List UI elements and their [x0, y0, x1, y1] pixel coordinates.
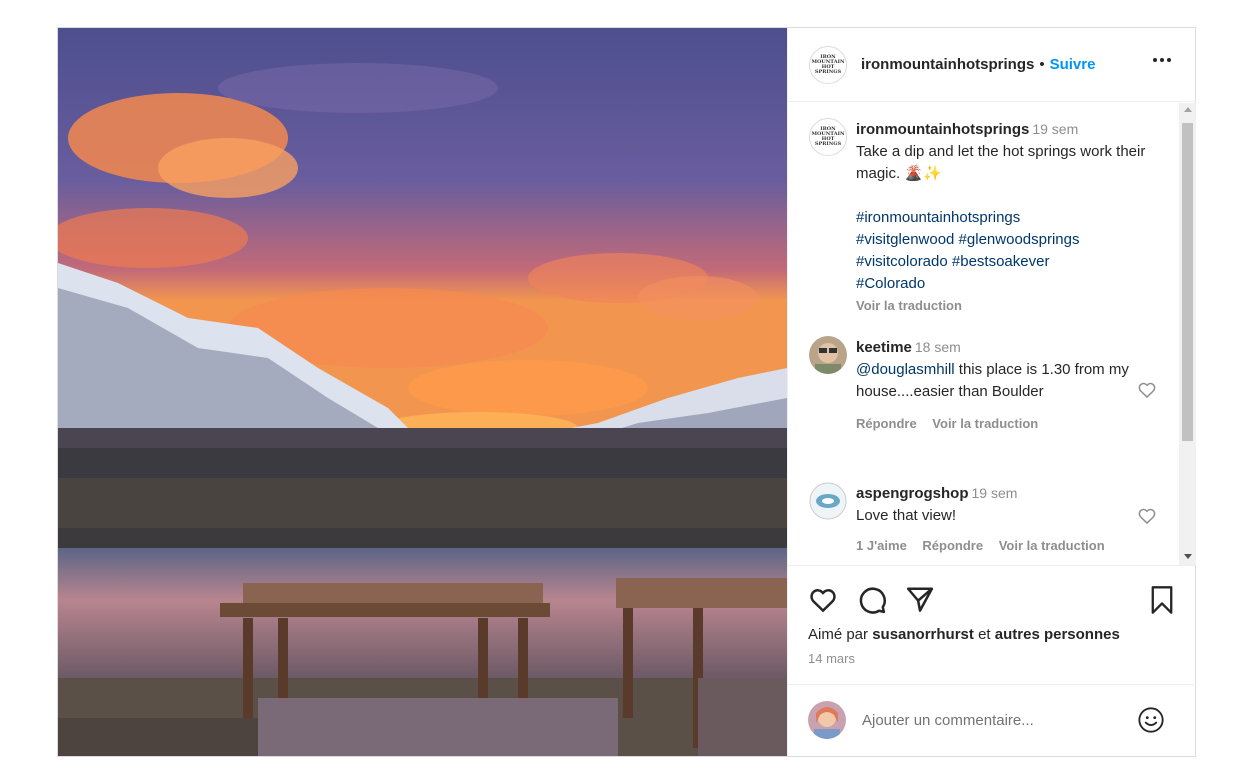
translate-link[interactable]: Voir la traduction: [932, 416, 1038, 431]
post-photo[interactable]: [58, 28, 787, 756]
comment-body: keetime 18 sem @douglasmhill this place i…: [856, 336, 1161, 435]
post-container: IRON MOUNTAIN HOT SPRINGS ironmountainho…: [57, 27, 1196, 757]
comment-time: 19 sem: [971, 485, 1018, 501]
header-username[interactable]: ironmountainhotsprings: [861, 56, 1034, 73]
follow-button[interactable]: Suivre: [1050, 56, 1096, 73]
scroll-up-arrow-icon[interactable]: [1184, 107, 1192, 112]
post-date: 14 mars: [808, 651, 855, 666]
translate-link[interactable]: Voir la traduction: [999, 538, 1105, 553]
post-actions: Aimé par susanorrhurst et autres personn…: [788, 565, 1196, 755]
post-side-panel: IRON MOUNTAIN HOT SPRINGS ironmountainho…: [787, 28, 1196, 756]
liked-others-link[interactable]: autres personnes: [995, 626, 1120, 643]
scrollbar-thumb[interactable]: [1182, 123, 1193, 441]
commenter-avatar[interactable]: [809, 336, 847, 374]
caption-text: Take a dip and let the hot springs work …: [856, 143, 1146, 182]
liked-mid: et: [973, 626, 995, 643]
account-avatar[interactable]: IRON MOUNTAIN HOT SPRINGS: [809, 45, 847, 84]
comment-input[interactable]: [862, 709, 1122, 731]
reply-link[interactable]: Répondre: [922, 538, 983, 553]
comment-text: Love that view!: [856, 507, 957, 524]
logo-text: IRON MOUNTAIN HOT SPRINGS: [811, 53, 845, 75]
hashtags-line-2[interactable]: #visitglenwood #glenwoodsprings: [856, 231, 1079, 248]
like-icon[interactable]: [808, 585, 838, 620]
comment-username[interactable]: keetime: [856, 339, 912, 356]
hashtags-line-1[interactable]: #ironmountainhotsprings: [856, 209, 1020, 226]
scroll-down-arrow-icon[interactable]: [1184, 554, 1192, 559]
post-header: IRON MOUNTAIN HOT SPRINGS ironmountainho…: [788, 28, 1196, 102]
caption-body: ironmountainhotsprings 19 sem Take a dip …: [856, 118, 1161, 317]
hashtags-line-3[interactable]: #visitcolorado #bestsoakever: [856, 253, 1049, 270]
comment-mention[interactable]: @douglasmhill: [856, 361, 955, 378]
caption-logo-text: IRON MOUNTAIN HOT SPRINGS: [811, 126, 845, 147]
liked-prefix: Aimé par: [808, 626, 873, 643]
emoji-icon[interactable]: [1137, 706, 1165, 739]
hashtags-line-4[interactable]: #Colorado: [856, 275, 925, 292]
current-user-avatar: [808, 701, 846, 739]
share-icon[interactable]: [905, 585, 935, 620]
liked-user-link[interactable]: susanorrhurst: [872, 626, 974, 643]
reply-link[interactable]: Répondre: [856, 416, 917, 431]
save-icon[interactable]: [1148, 585, 1176, 620]
likes-link[interactable]: 1 J'aime: [856, 538, 907, 553]
caption-meta: Voir la traduction: [856, 295, 1161, 317]
caption-time: 19 sem: [1032, 121, 1079, 137]
comment-icon[interactable]: [857, 585, 887, 620]
add-comment-bar: [788, 684, 1196, 756]
comment-username[interactable]: aspengrogshop: [856, 485, 969, 502]
caption-translate-link[interactable]: Voir la traduction: [856, 298, 962, 313]
commenter-avatar[interactable]: [809, 482, 847, 520]
comment-meta: 1 J'aime Répondre Voir la traduction: [856, 535, 1161, 557]
more-icon[interactable]: [1152, 50, 1172, 76]
heart-small-icon[interactable]: [1137, 506, 1157, 526]
heart-small-icon[interactable]: [1137, 380, 1157, 400]
liked-by-text: Aimé par susanorrhurst et autres personn…: [808, 626, 1120, 643]
header-dot: •: [1039, 56, 1045, 73]
comments-scrollbar[interactable]: [1179, 103, 1196, 565]
comments-list[interactable]: IRON MOUNTAIN HOT SPRINGS ironmountainho…: [788, 103, 1196, 565]
caption-avatar[interactable]: IRON MOUNTAIN HOT SPRINGS: [809, 118, 847, 156]
caption-username[interactable]: ironmountainhotsprings: [856, 121, 1029, 138]
comment-time: 18 sem: [914, 339, 961, 355]
comment-body: aspengrogshop 19 sem Love that view! 1 J'…: [856, 482, 1161, 557]
comment-meta: Répondre Voir la traduction: [856, 413, 1161, 435]
